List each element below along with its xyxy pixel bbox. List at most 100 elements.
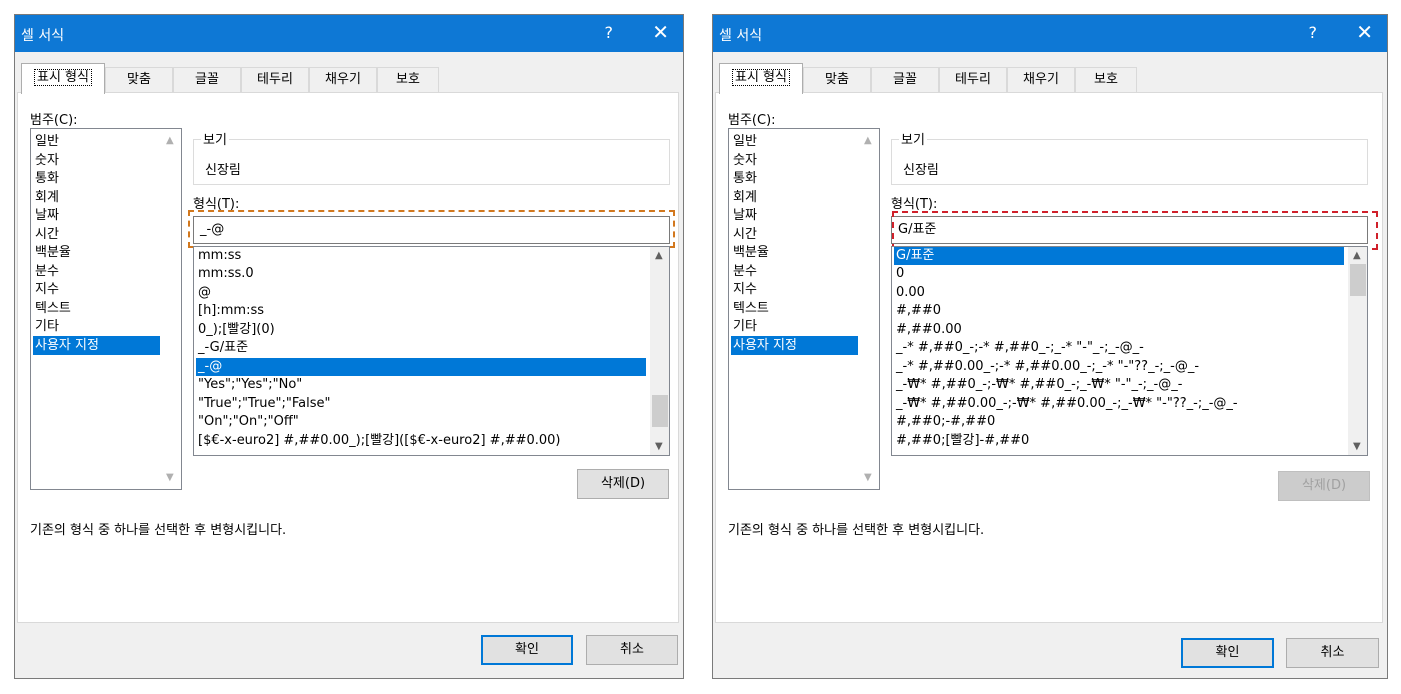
scroll-down-icon[interactable]: ▼	[1353, 441, 1361, 452]
tab-protection[interactable]: 보호	[377, 67, 439, 93]
category-item[interactable]: 통화	[33, 169, 160, 188]
format-code-item[interactable]: #,##0;[빨강]-#,##0	[894, 432, 1344, 450]
delete-button[interactable]: 삭제(D)	[577, 469, 669, 499]
ok-button[interactable]: 확인	[1181, 638, 1274, 668]
format-cells-dialog-right: 셀 서식 ? ✕ 표시 형식 맞춤 글꼴 테두리 채우기 보호 범주(C): 일…	[712, 14, 1388, 679]
format-code-item[interactable]: "Yes";"Yes";"No"	[196, 376, 646, 394]
format-code-item[interactable]: _-₩* #,##0_-;-₩* #,##0_-;_-₩* "-"_-;_-@_…	[894, 376, 1344, 394]
category-item[interactable]: 기타	[33, 317, 160, 336]
tab-alignment[interactable]: 맞춤	[803, 67, 871, 93]
dialog-title: 셀 서식	[719, 28, 763, 44]
format-code-item[interactable]: 0_);[빨강](0)	[196, 321, 646, 339]
category-item[interactable]: 숫자	[731, 151, 858, 170]
category-item[interactable]: 기타	[731, 317, 858, 336]
description-text: 기존의 형식 중 하나를 선택한 후 변형시킵니다.	[728, 523, 985, 538]
scroll-down-icon[interactable]: ▼	[864, 472, 872, 483]
scroll-up-icon[interactable]: ▲	[655, 250, 663, 261]
category-item[interactable]: 분수	[33, 262, 160, 281]
format-cells-dialog-left: 셀 서식 ? ✕ 표시 형식 맞춤 글꼴 테두리 채우기 보호 범주(C): 일…	[14, 14, 684, 679]
format-code-scrollbar[interactable]: ▲ ▼	[649, 247, 669, 455]
format-code-list[interactable]: mm:ss mm:ss.0 @ [h]:mm:ss 0_);[빨강](0) _-…	[193, 246, 670, 456]
format-code-scrollbar[interactable]: ▲ ▼	[1347, 247, 1367, 455]
category-item[interactable]: 일반	[33, 132, 160, 151]
format-code-item[interactable]: mm:ss	[196, 247, 646, 265]
tab-alignment[interactable]: 맞춤	[105, 67, 173, 93]
delete-button[interactable]: 삭제(D)	[1278, 471, 1370, 501]
category-item[interactable]: 날짜	[33, 206, 160, 225]
category-item[interactable]: 분수	[731, 262, 858, 281]
category-label: 범주(C):	[728, 113, 776, 128]
tab-protection[interactable]: 보호	[1075, 67, 1137, 93]
format-code-item[interactable]: "True";"True";"False"	[196, 395, 646, 413]
dialog-title: 셀 서식	[21, 28, 65, 44]
cancel-button[interactable]: 취소	[1286, 638, 1379, 668]
scroll-up-icon[interactable]: ▲	[864, 135, 872, 146]
category-item[interactable]: 회계	[731, 188, 858, 207]
category-scrollbar[interactable]: ▲ ▼	[161, 129, 181, 489]
format-label: 형식(T):	[891, 197, 938, 212]
format-code-item[interactable]: _-* #,##0_-;-* #,##0_-;_-* "-"_-;_-@_-	[894, 339, 1344, 357]
category-item[interactable]: 지수	[33, 280, 160, 299]
close-icon[interactable]: ✕	[1356, 20, 1373, 44]
category-item[interactable]: 텍스트	[33, 299, 160, 318]
format-code-list[interactable]: G/표준 0 0.00 #,##0 #,##0.00 _-* #,##0_-;-…	[891, 246, 1368, 456]
scroll-down-icon[interactable]: ▼	[166, 472, 174, 483]
tab-border[interactable]: 테두리	[241, 67, 309, 93]
tab-fill[interactable]: 채우기	[1007, 67, 1075, 93]
format-code-item[interactable]: _-₩* #,##0.00_-;-₩* #,##0.00_-;_-₩* "-"?…	[894, 395, 1344, 413]
tab-fill[interactable]: 채우기	[309, 67, 377, 93]
preview-value: 신장림	[205, 163, 241, 178]
format-code-item[interactable]: #,##0	[894, 302, 1344, 320]
category-item[interactable]: 백분율	[33, 243, 160, 262]
tab-font[interactable]: 글꼴	[173, 67, 241, 93]
category-item[interactable]: 날짜	[731, 206, 858, 225]
category-item[interactable]: 시간	[731, 225, 858, 244]
category-list[interactable]: 일반 숫자 통화 회계 날짜 시간 백분율 분수 지수 텍스트 기타 사용자 지…	[30, 128, 182, 490]
ok-button[interactable]: 확인	[481, 635, 573, 665]
category-item[interactable]: 일반	[731, 132, 858, 151]
scroll-thumb[interactable]	[652, 395, 668, 427]
cancel-button[interactable]: 취소	[586, 635, 678, 665]
scroll-up-icon[interactable]: ▲	[166, 135, 174, 146]
format-code-item[interactable]: #,##0;-#,##0	[894, 413, 1344, 431]
preview-group	[193, 139, 670, 185]
category-item-selected[interactable]: 사용자 지정	[33, 336, 160, 355]
scroll-down-icon[interactable]: ▼	[655, 441, 663, 452]
category-item[interactable]: 지수	[731, 280, 858, 299]
format-code-item[interactable]: @	[196, 284, 646, 302]
category-item[interactable]: 숫자	[33, 151, 160, 170]
format-code-item[interactable]: 0.00	[894, 284, 1344, 302]
help-button[interactable]: ?	[1309, 23, 1318, 42]
tab-font[interactable]: 글꼴	[871, 67, 939, 93]
category-item-selected[interactable]: 사용자 지정	[731, 336, 858, 355]
format-code-item[interactable]: #,##0.00	[894, 321, 1344, 339]
format-code-item[interactable]: mm:ss.0	[196, 265, 646, 283]
format-code-item[interactable]: [h]:mm:ss	[196, 302, 646, 320]
tab-number-format[interactable]: 표시 형식	[21, 63, 105, 94]
close-icon[interactable]: ✕	[652, 20, 669, 44]
title-bar: 셀 서식 ? ✕	[713, 15, 1387, 52]
tab-panel: 범주(C): 일반 숫자 통화 회계 날짜 시간 백분율 분수 지수 텍스트 기…	[715, 92, 1383, 623]
format-code-item-selected[interactable]: G/표준	[894, 247, 1344, 265]
tab-border[interactable]: 테두리	[939, 67, 1007, 93]
category-scrollbar[interactable]: ▲ ▼	[859, 129, 879, 489]
scroll-up-icon[interactable]: ▲	[1353, 250, 1361, 261]
category-list[interactable]: 일반 숫자 통화 회계 날짜 시간 백분율 분수 지수 텍스트 기타 사용자 지…	[728, 128, 880, 490]
category-item[interactable]: 회계	[33, 188, 160, 207]
category-item[interactable]: 백분율	[731, 243, 858, 262]
format-code-item[interactable]: 0	[894, 265, 1344, 283]
category-item[interactable]: 텍스트	[731, 299, 858, 318]
tab-number-format[interactable]: 표시 형식	[719, 63, 803, 94]
help-button[interactable]: ?	[605, 23, 614, 42]
format-code-item-selected[interactable]: _-@	[196, 358, 646, 376]
category-item[interactable]: 시간	[33, 225, 160, 244]
highlight-box	[188, 210, 675, 248]
scroll-thumb[interactable]	[1350, 264, 1366, 296]
highlight-box	[892, 211, 1378, 250]
category-item[interactable]: 통화	[731, 169, 858, 188]
format-code-item[interactable]: _-G/표준	[196, 339, 646, 357]
format-code-item[interactable]: [$€-x-euro2] #,##0.00_);[빨강]([$€-x-euro2…	[196, 432, 646, 450]
format-code-item[interactable]: _-* #,##0.00_-;-* #,##0.00_-;_-* "-"??_-…	[894, 358, 1344, 376]
format-code-item[interactable]: "On";"On";"Off"	[196, 413, 646, 431]
tab-panel: 범주(C): 일반 숫자 통화 회계 날짜 시간 백분율 분수 지수 텍스트 기…	[17, 92, 679, 623]
